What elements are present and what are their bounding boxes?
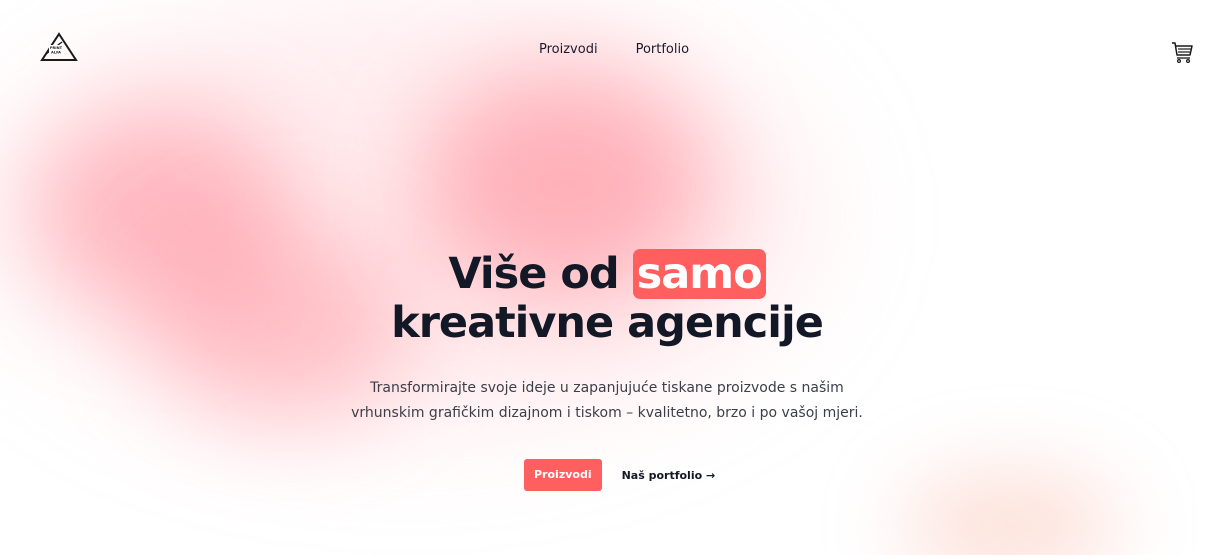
nav-link-portfolio[interactable]: Portfolio <box>636 42 689 57</box>
svg-text:ALFA: ALFA <box>51 51 61 55</box>
subtitle-line-2: vrhunskim grafičkim dizajnom i tiskom – … <box>351 405 863 421</box>
hero-subtitle: Transformirajte svoje ideje u zapanjujuć… <box>0 376 1214 426</box>
hero-headline: Više od samo kreativne agencije <box>0 249 1214 348</box>
headline-text: Više od <box>448 249 633 299</box>
headline-highlight: samo <box>632 249 766 299</box>
background-glow <box>900 470 1120 555</box>
cart-icon[interactable] <box>1170 40 1194 64</box>
page: PRINT ALFA Proizvodi Portfolio Više od s… <box>0 0 1214 555</box>
hero-section: Više od samo kreativne agencije <box>0 249 1214 348</box>
top-navigation: PRINT ALFA Proizvodi Portfolio <box>0 0 1214 100</box>
portfolio-link[interactable]: Naš portfolio → <box>622 469 716 482</box>
products-button[interactable]: Proizvodi <box>524 459 602 491</box>
main-menu: Proizvodi Portfolio <box>539 42 689 57</box>
nav-link-proizvodi[interactable]: Proizvodi <box>539 42 598 57</box>
subtitle-line-1: Transformirajte svoje ideje u zapanjujuć… <box>370 380 844 396</box>
hero-actions: Proizvodi Naš portfolio → <box>524 459 715 491</box>
headline-line-2: kreativne agencije <box>391 298 824 348</box>
print-alfa-logo[interactable]: PRINT ALFA <box>40 32 78 62</box>
svg-text:PRINT: PRINT <box>50 46 63 50</box>
